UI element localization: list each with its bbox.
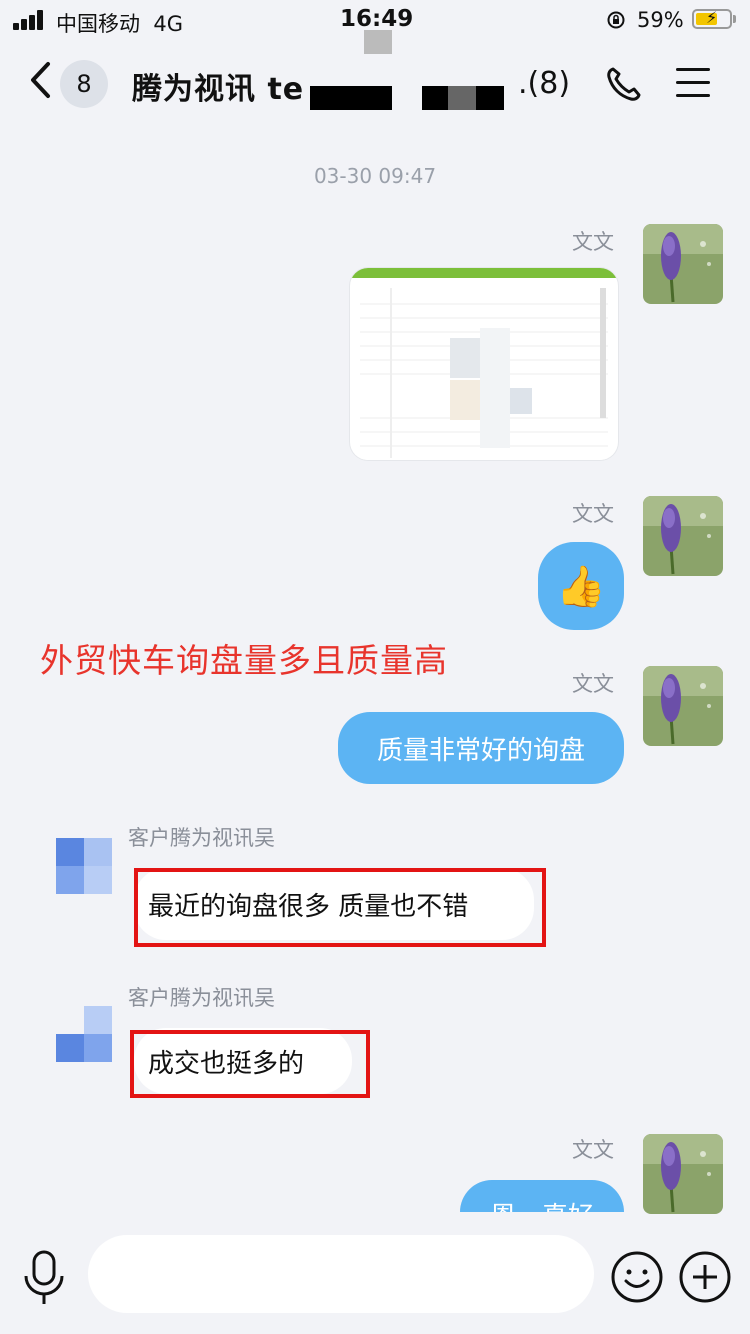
- thumbs-up-emoji: 👍: [556, 563, 606, 610]
- annotation-caption: 外贸快车询盘量多且质量高: [40, 641, 448, 680]
- battery-icon: ⚡: [692, 8, 732, 29]
- redacted-block: [364, 30, 392, 54]
- carrier-label: 中国移动 4G: [56, 8, 183, 38]
- message-input[interactable]: [88, 1235, 594, 1313]
- clock: 16:49: [340, 6, 414, 32]
- chat-title: 腾为视讯 te: [132, 72, 305, 107]
- chat-member-count: .(8): [518, 66, 571, 101]
- redacted-block: [310, 86, 392, 110]
- sender-name: 文文: [572, 1138, 614, 1162]
- emoji-icon[interactable]: [610, 1250, 664, 1304]
- message-text: 恩，真好: [490, 1196, 594, 1212]
- partial-message-clip: 恩，真好: [0, 1170, 750, 1212]
- avatar[interactable]: [643, 224, 723, 304]
- avatar[interactable]: [56, 838, 112, 894]
- rotation-lock-icon: [606, 10, 626, 35]
- battery-percent: 59%: [637, 8, 684, 32]
- battery-tip: [733, 15, 736, 23]
- phone-icon[interactable]: [604, 64, 644, 104]
- message-bubble[interactable]: 👍: [538, 542, 624, 630]
- avatar[interactable]: [56, 1006, 112, 1062]
- sender-name: 客户腾为视讯吴: [128, 986, 275, 1010]
- back-icon[interactable]: [28, 60, 52, 107]
- message-text: 质量非常好的询盘: [376, 735, 585, 766]
- message-bubble[interactable]: 质量非常好的询盘: [338, 712, 624, 784]
- network-type: 4G: [153, 12, 183, 36]
- menu-icon[interactable]: [676, 68, 710, 98]
- sender-name: 文文: [572, 672, 614, 696]
- highlight-box: [130, 1030, 370, 1098]
- avatar[interactable]: [643, 666, 723, 746]
- mic-icon[interactable]: [20, 1248, 68, 1308]
- signal-icon: [13, 10, 47, 30]
- sender-name: 文文: [572, 502, 614, 526]
- carrier-name: 中国移动: [56, 12, 140, 36]
- sender-name: 客户腾为视讯吴: [128, 826, 275, 850]
- highlight-box: [134, 868, 546, 947]
- message-timestamp: 03-30 09:47: [313, 164, 437, 188]
- message-bubble[interactable]: 恩，真好: [460, 1180, 624, 1212]
- avatar[interactable]: [643, 496, 723, 576]
- unread-count-badge[interactable]: 8: [60, 60, 108, 108]
- image-message[interactable]: [350, 268, 618, 460]
- sender-name: 文文: [572, 230, 614, 254]
- redacted-block: [448, 86, 476, 110]
- plus-icon[interactable]: [678, 1250, 732, 1304]
